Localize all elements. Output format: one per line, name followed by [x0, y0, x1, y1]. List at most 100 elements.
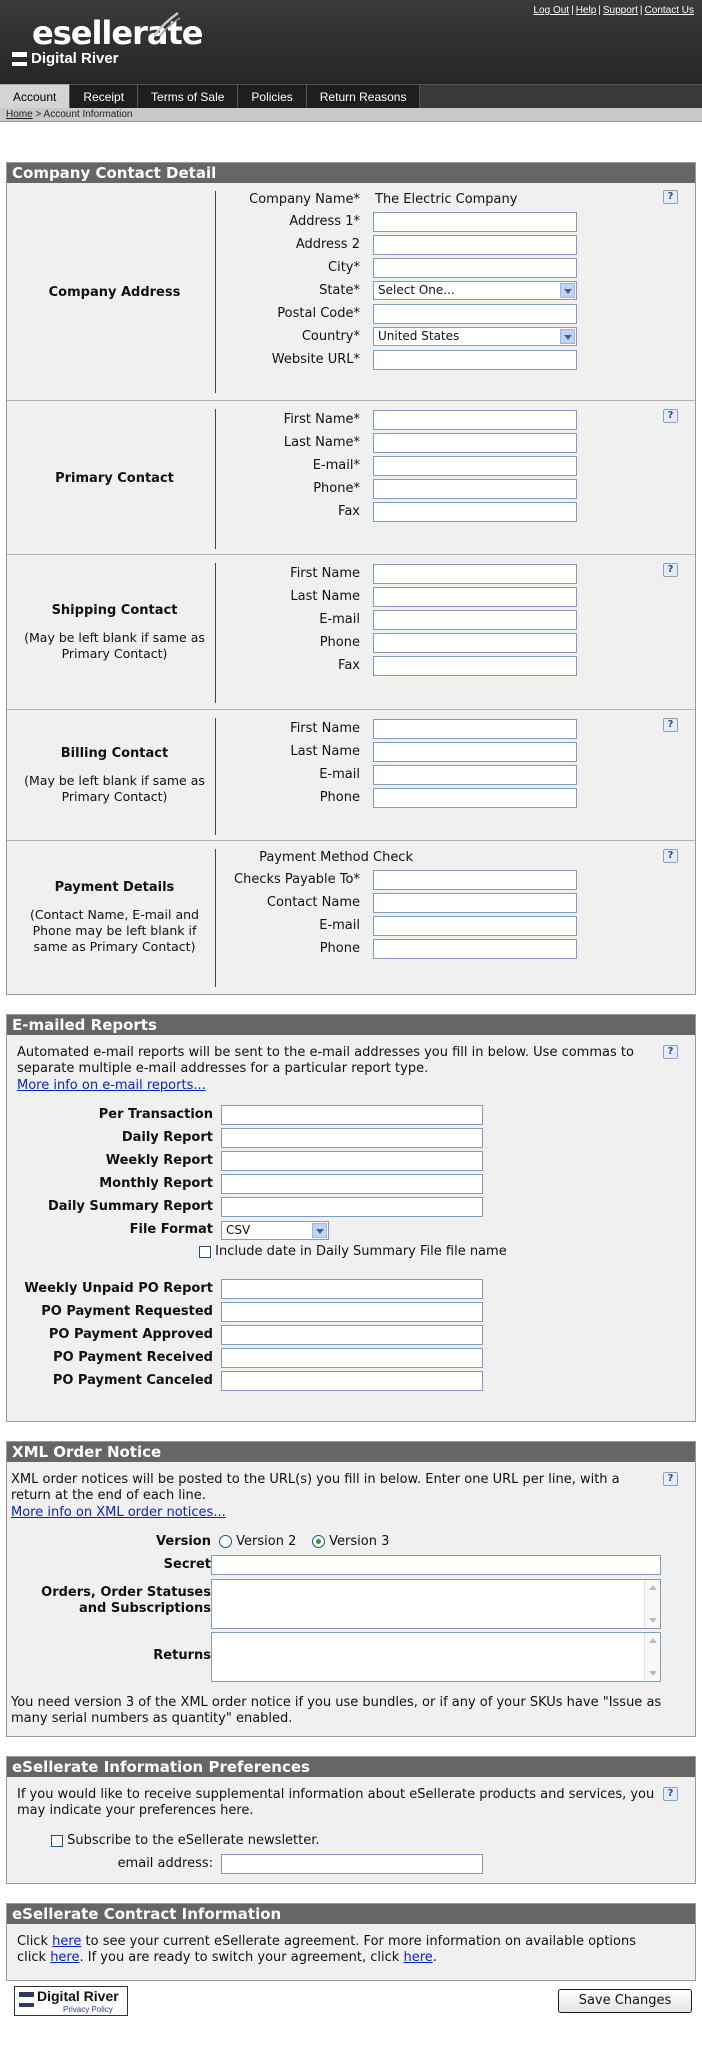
switch-agreement-link[interactable]: here — [403, 1950, 432, 1965]
primary-fax-input[interactable] — [373, 501, 577, 522]
primary-first-name-input[interactable] — [373, 409, 577, 430]
reports-intro: Automated e-mail reports will be sent to… — [17, 1045, 634, 1076]
shipping-first-name-input[interactable] — [373, 563, 577, 584]
help-icon[interactable]: ? — [663, 1045, 678, 1059]
billing-phone-input[interactable] — [373, 787, 577, 808]
help-link[interactable]: Help — [576, 5, 597, 16]
file-format-select[interactable]: CSV — [221, 1221, 329, 1240]
scroll-up-icon — [649, 1638, 657, 1643]
label: State* — [319, 283, 360, 298]
scroll-down-icon — [649, 1671, 657, 1676]
tab-return-reasons[interactable]: Return Reasons — [306, 84, 421, 108]
primary-last-name-input[interactable] — [373, 432, 577, 453]
label: Postal Code* — [277, 306, 360, 321]
breadcrumb-current: > Account Information — [35, 109, 133, 120]
chevron-down-icon — [560, 283, 575, 298]
label: City* — [328, 260, 360, 275]
scrollbar[interactable] — [644, 1580, 660, 1628]
version-2-radio[interactable] — [219, 1535, 232, 1548]
contract-information-section: eSellerate Contract Information Click he… — [6, 1903, 696, 1981]
footer: Digital River Privacy Policy Save Change… — [0, 1981, 702, 2021]
label: Country* — [301, 329, 360, 344]
options-link[interactable]: here — [50, 1950, 79, 1965]
primary-email-input[interactable] — [373, 455, 577, 476]
weekly-report-input[interactable] — [221, 1151, 483, 1171]
scroll-down-icon — [649, 1618, 657, 1623]
digital-river-logo: Digital River — [12, 50, 119, 67]
help-icon[interactable]: ? — [663, 1472, 678, 1486]
orders-textarea[interactable] — [211, 1579, 661, 1629]
billing-contact-group: Billing Contact (May be left blank if sa… — [7, 710, 695, 841]
chevron-down-icon — [312, 1223, 327, 1238]
label: Address 2 — [295, 237, 360, 252]
breadcrumb-home-link[interactable]: Home — [6, 109, 33, 120]
email-address-label: email address: — [117, 1856, 213, 1871]
shipping-last-name-input[interactable] — [373, 586, 577, 607]
weekly-unpaid-po-input[interactable] — [221, 1279, 483, 1299]
agreement-link[interactable]: here — [52, 1934, 81, 1949]
po-payment-received-input[interactable] — [221, 1348, 483, 1368]
shipping-fax-input[interactable] — [373, 655, 577, 676]
payment-method-text: Payment Method Check — [259, 850, 413, 865]
address2-input[interactable] — [373, 234, 577, 255]
primary-phone-input[interactable] — [373, 478, 577, 499]
state-select[interactable]: Select One... — [373, 281, 577, 300]
city-input[interactable] — [373, 257, 577, 278]
monthly-report-input[interactable] — [221, 1174, 483, 1194]
daily-summary-report-input[interactable] — [221, 1197, 483, 1217]
tab-account[interactable]: Account — [0, 84, 71, 108]
prefs-intro: If you would like to receive supplementa… — [17, 1787, 655, 1818]
po-payment-requested-input[interactable] — [221, 1302, 483, 1322]
po-payment-canceled-input[interactable] — [221, 1371, 483, 1391]
breadcrumb: Home > Account Information — [0, 108, 702, 122]
country-select[interactable]: United States — [373, 327, 577, 346]
company-address-group: Company Address ? Company Name* The Elec… — [7, 183, 695, 401]
contract-text: Click here to see your current eSellerat… — [17, 1934, 636, 1965]
billing-last-name-input[interactable] — [373, 741, 577, 762]
billing-first-name-input[interactable] — [373, 718, 577, 739]
help-icon[interactable]: ? — [663, 1787, 678, 1801]
top-links: Log Out | Help | Support | Contact Us — [533, 5, 695, 16]
tab-policies[interactable]: Policies — [238, 84, 307, 108]
company-contact-section: Company Contact Detail Company Address ?… — [6, 162, 696, 995]
billing-email-input[interactable] — [373, 764, 577, 785]
contact-us-link[interactable]: Contact Us — [645, 5, 694, 16]
support-link[interactable]: Support — [603, 5, 638, 16]
website-url-input[interactable] — [373, 349, 577, 370]
shipping-phone-input[interactable] — [373, 632, 577, 653]
payment-email-input[interactable] — [373, 915, 577, 936]
payment-phone-input[interactable] — [373, 938, 577, 959]
save-changes-button[interactable]: Save Changes — [558, 1989, 692, 2013]
po-payment-approved-input[interactable] — [221, 1325, 483, 1345]
per-transaction-input[interactable] — [221, 1105, 483, 1125]
postal-code-input[interactable] — [373, 303, 577, 324]
label: Address 1* — [289, 214, 360, 229]
reports-more-info-link[interactable]: More info on e-mail reports... — [17, 1078, 206, 1093]
version-3-radio[interactable] — [312, 1535, 325, 1548]
daily-report-input[interactable] — [221, 1128, 483, 1148]
newsletter-email-input[interactable] — [221, 1854, 483, 1874]
payment-details-group: Payment Details (Contact Name, E-mail an… — [7, 841, 695, 994]
header: esellerate Digital River Log Out | Help | Su… — [0, 0, 702, 84]
privacy-policy-badge[interactable]: Digital River Privacy Policy — [14, 1986, 128, 2016]
orders-label: Orders, Order Statuses and Subscriptions — [41, 1585, 211, 1616]
secret-input[interactable] — [211, 1555, 661, 1575]
digital-river-mark-icon — [12, 51, 27, 66]
xml-order-notice-section: XML Order Notice ? XML order notices wil… — [6, 1441, 696, 1737]
scrollbar[interactable] — [644, 1633, 660, 1681]
include-date-checkbox[interactable] — [199, 1245, 211, 1258]
shipping-email-input[interactable] — [373, 609, 577, 630]
payment-contact-name-input[interactable] — [373, 892, 577, 913]
newsletter-checkbox[interactable] — [51, 1834, 63, 1847]
logout-link[interactable]: Log Out — [534, 5, 570, 16]
checks-payable-input[interactable] — [373, 869, 577, 890]
xml-more-info-link[interactable]: More info on XML order notices... — [11, 1505, 226, 1520]
address1-input[interactable] — [373, 211, 577, 232]
section-title: E-mailed Reports — [7, 1015, 695, 1035]
company-name-value: The Electric Company — [375, 192, 518, 207]
section-title: Company Contact Detail — [7, 163, 695, 183]
returns-textarea[interactable] — [211, 1632, 661, 1682]
tab-receipt[interactable]: Receipt — [70, 84, 139, 108]
tab-bar: Account Receipt Terms of Sale Policies R… — [0, 84, 702, 108]
tab-terms-of-sale[interactable]: Terms of Sale — [138, 84, 239, 108]
